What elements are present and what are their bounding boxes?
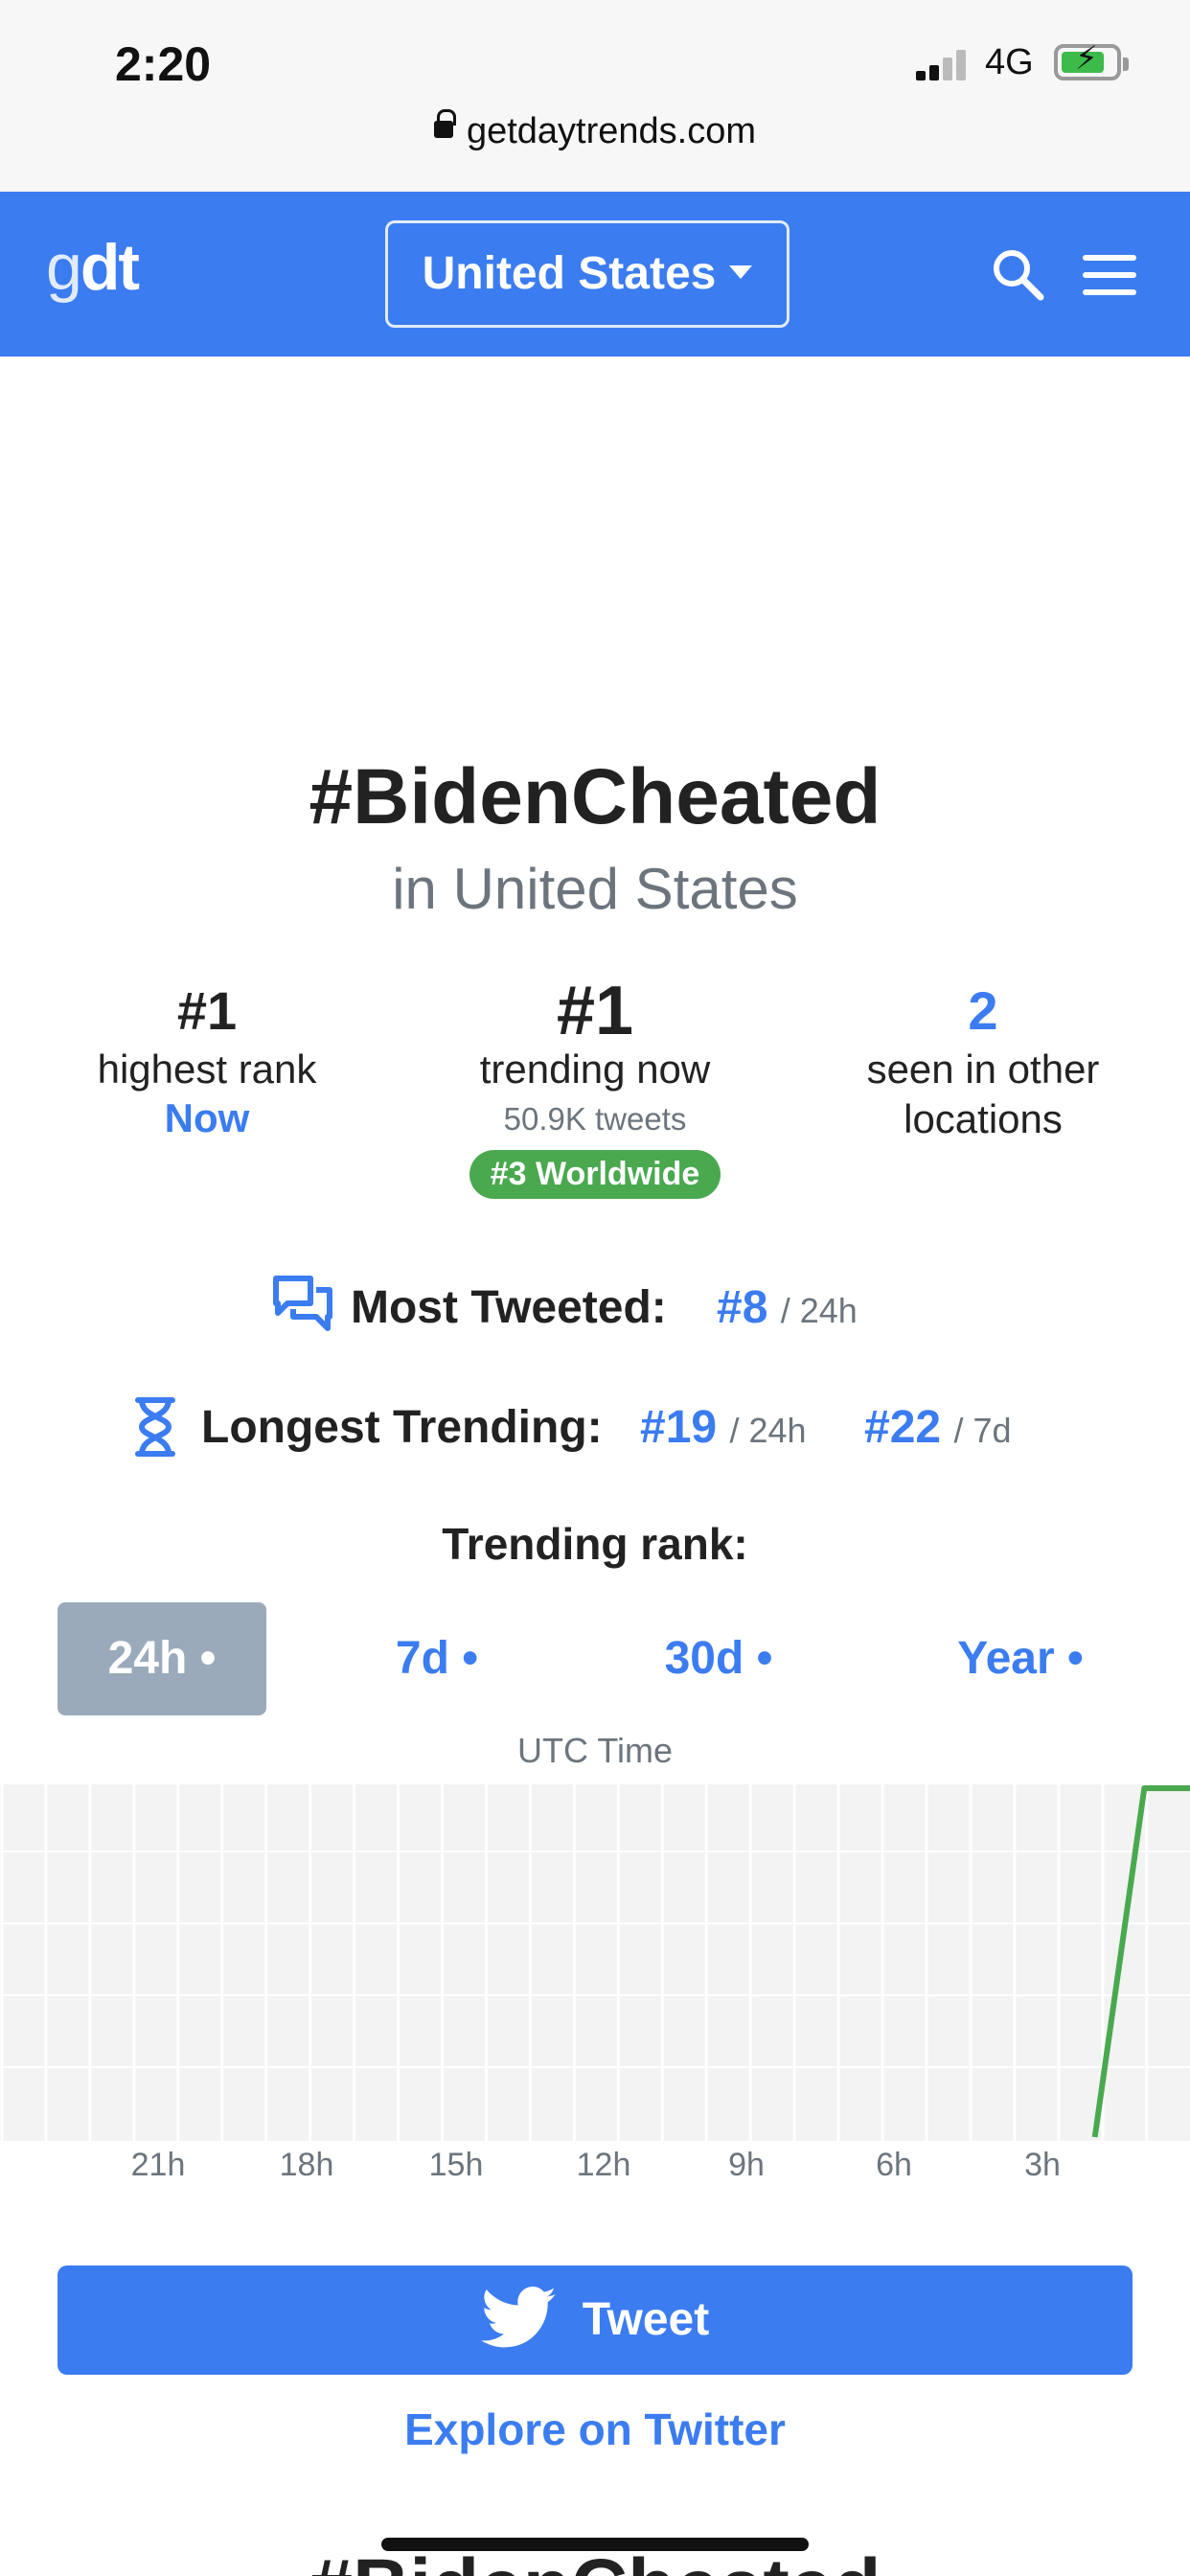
tweet-button[interactable]: Tweet [57,2266,1133,2375]
other-locations-label-2: locations [904,1096,1063,1141]
highest-rank-when[interactable]: Now [25,1094,389,1142]
longest-trending-7d-period: / 7d [953,1411,1012,1450]
trending-now-value: #1 [556,973,634,1049]
twitter-bird-icon [480,2287,557,2348]
tweet-button-label: Tweet [582,2294,710,2345]
x-tick-label: 21h [130,2147,186,2183]
url-bar[interactable]: getdaytrends.com [0,108,1190,152]
longest-trending-7d-link[interactable]: #22 / 7d [864,1394,1011,1464]
stat-trending-now: #1 trending now 50.9K tweets #3 Worldwid… [413,973,777,1199]
tweet-count: 50.9K tweets [503,1101,687,1137]
trending-now-label: trending now [479,1046,711,1092]
longest-trending-7d-rank: #22 [864,1402,942,1453]
most-tweeted-label: Most Tweeted: [351,1282,667,1333]
status-bar: 2:20 4G ⚡ getdaytrends.com [0,0,1190,192]
longest-trending-row: Longest Trending: #19 / 24h #22 / 7d [0,1394,1190,1471]
country-label: United States [422,248,717,299]
tab-24h[interactable]: 24h • [57,1602,266,1715]
x-tick-label: 6h [876,2147,912,2183]
longest-trending-24h-rank: #19 [640,1402,718,1453]
trend-location: in United States [392,857,798,921]
longest-trending-label: Longest Trending: [201,1402,603,1453]
tab-30d[interactable]: 30d • [613,1602,824,1715]
most-tweeted-rank-link[interactable]: #8 / 24h [717,1275,858,1345]
search-icon[interactable] [991,247,1044,301]
most-tweeted-row: Most Tweeted: #8 / 24h [0,1275,1190,1351]
x-tick-label: 3h [1024,2147,1061,2183]
other-locations-value[interactable]: 2 [801,978,1165,1045]
trending-rank-label: Trending rank: [442,1519,748,1569]
hourglass-icon [135,1397,175,1457]
trending-rank-chart [0,1784,1190,2141]
menu-icon[interactable] [1083,255,1136,295]
longest-trending-24h-period: / 24h [729,1411,807,1450]
highest-rank-label: highest rank [97,1046,317,1092]
most-tweeted-rank: #8 [717,1282,768,1333]
tab-7d[interactable]: 7d • [341,1602,533,1715]
stat-other-locations[interactable]: 2 seen in other locations [801,978,1165,1144]
battery-icon: ⚡ [1054,42,1129,80]
site-logo[interactable]: gdt [46,230,140,305]
home-indicator [381,2538,809,2551]
x-tick-label: 15h [428,2147,484,2183]
other-locations-label-1: seen in other [866,1046,1100,1092]
country-dropdown[interactable]: United States [385,220,790,328]
series-line-rank [1091,1785,1190,2138]
navbar: gdt United States [0,192,1190,356]
x-tick-label: 9h [728,2147,765,2183]
network-type: 4G [985,42,1034,82]
status-time: 2:20 [115,37,212,91]
explore-on-twitter-link[interactable]: Explore on Twitter [0,2404,1190,2455]
longest-trending-24h-link[interactable]: #19 / 24h [640,1394,807,1464]
tab-year[interactable]: Year • [920,1602,1121,1715]
trend-title: #BidenCheated [309,753,881,840]
stat-highest-rank: #1 highest rank Now [25,978,389,1142]
worldwide-badge[interactable]: #3 Worldwide [469,1150,721,1199]
url-text: getdaytrends.com [466,111,757,151]
most-tweeted-period: / 24h [780,1291,858,1330]
chart-axis-title: UTC Time [517,1731,673,1770]
chart-x-axis: 21h 18h 15h 12h 9h 6h 3h [0,2147,1190,2195]
caret-down-icon [729,265,753,280]
highest-rank-value: #1 [176,980,238,1041]
signal-icon [916,50,972,80]
lock-icon [433,108,456,138]
x-tick-label: 18h [279,2147,334,2183]
x-tick-label: 12h [576,2147,631,2183]
chat-bubbles-icon [273,1276,332,1331]
